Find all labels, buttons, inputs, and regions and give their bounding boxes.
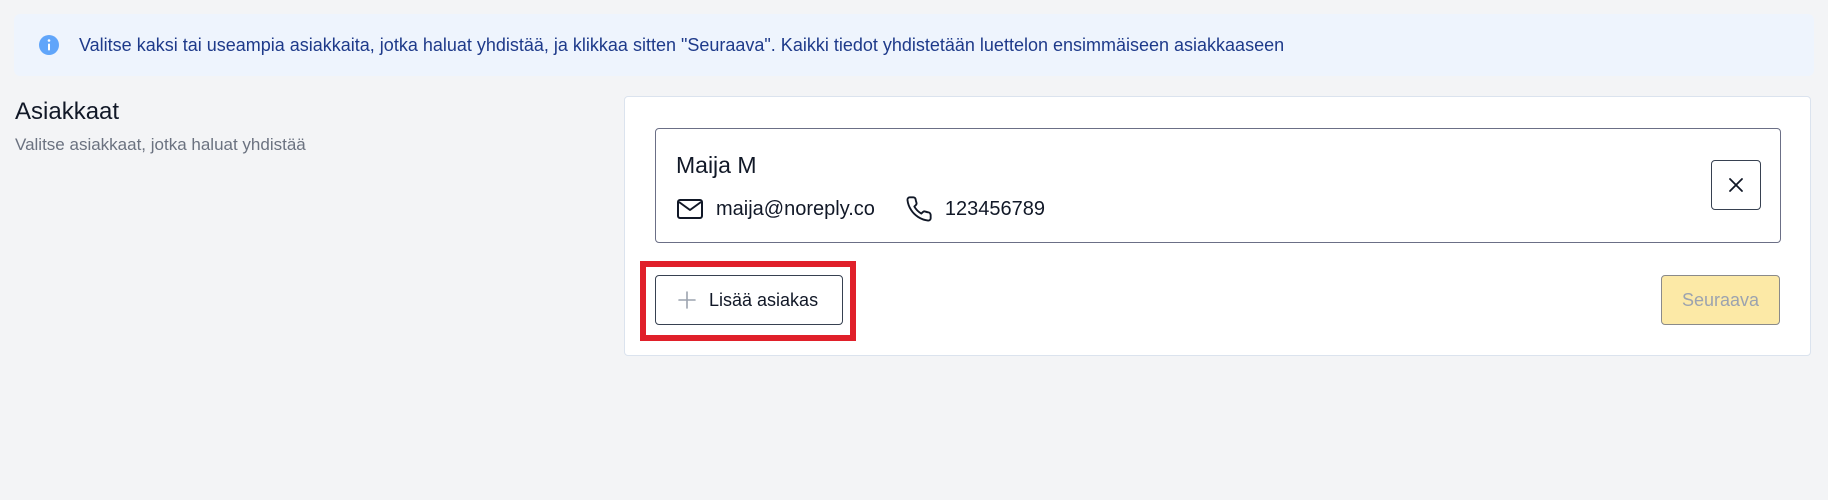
section-subtitle: Valitse asiakkaat, jotka haluat yhdistää	[15, 135, 306, 154]
customer-phone-value: 123456789	[944, 197, 1045, 220]
info-banner: Valitse kaksi tai useampia asiakkaita, j…	[14, 14, 1814, 76]
customer-phone: 123456789	[905, 195, 1045, 223]
info-icon	[38, 34, 60, 56]
section-title: Asiakkaat	[15, 98, 120, 125]
info-banner-text: Valitse kaksi tai useampia asiakkaita, j…	[79, 34, 1285, 55]
customer-email-value: maija@noreply.co	[716, 197, 875, 220]
customer-email: maija@noreply.co	[676, 195, 875, 223]
section-header: Asiakkaat Valitse asiakkaat, jotka halua…	[15, 98, 306, 155]
phone-icon	[905, 195, 933, 223]
add-customer-label: Lisää asiakas	[709, 289, 819, 310]
customer-contact-row: maija@noreply.co 123456789	[676, 195, 1075, 223]
add-customer-button[interactable]: Lisää asiakas	[655, 275, 843, 325]
next-button[interactable]: Seuraava	[1661, 275, 1780, 325]
mail-icon	[676, 195, 704, 223]
remove-customer-button[interactable]	[1711, 160, 1761, 210]
close-icon	[1729, 178, 1743, 192]
plus-icon	[677, 290, 697, 310]
customer-merge-panel: Maija M maija@noreply.co 123456789 Lisää…	[624, 96, 1811, 356]
customer-name: Maija M	[676, 152, 757, 178]
customer-card: Maija M maija@noreply.co 123456789	[655, 128, 1781, 243]
